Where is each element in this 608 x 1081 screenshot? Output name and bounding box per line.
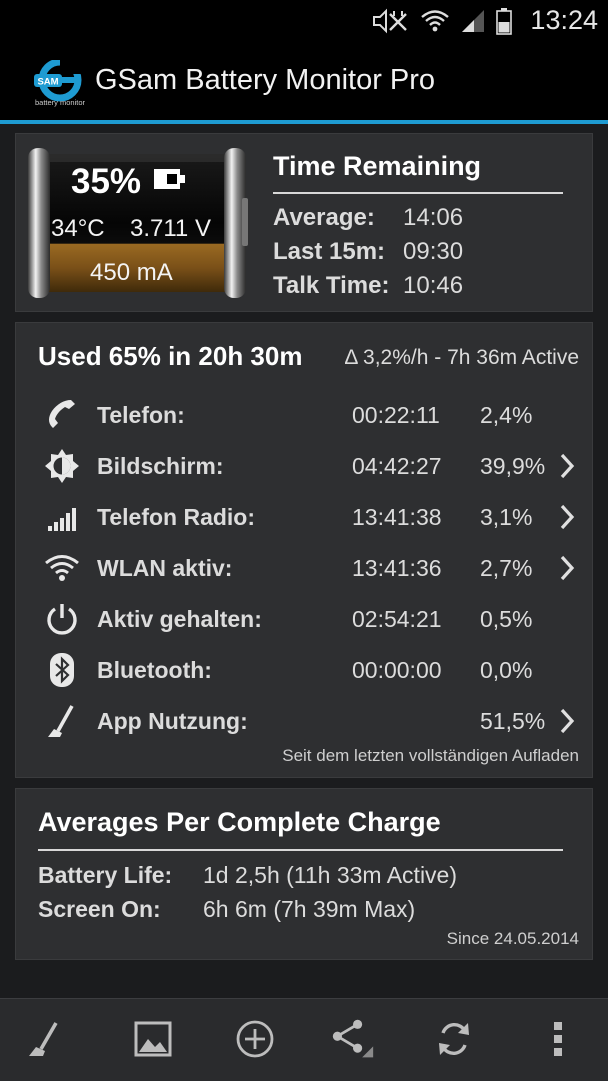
battery-percent: 35%: [71, 162, 142, 201]
battery-voltage: 3.711 V: [130, 215, 211, 242]
time-remaining-value: 09:30: [403, 238, 464, 265]
usage-label: Telefon Radio:: [97, 504, 256, 530]
app-usage-icon: [29, 1022, 58, 1056]
battery-temperature: 34°C: [51, 215, 105, 242]
app-usage-icon: [48, 705, 74, 737]
status-bar: 13:24: [0, 0, 608, 44]
usage-label: Bluetooth:: [97, 657, 212, 683]
usage-label: Telefon:: [97, 402, 185, 428]
usage-row-aktiv-gehalten[interactable]: Aktiv gehalten: 02:54:21 0,5%: [16, 593, 594, 643]
usage-row-telefon-radio[interactable]: Telefon Radio: 13:41:38 3,1%: [16, 491, 594, 541]
time-remaining-row: Average: 14:06: [273, 204, 463, 232]
screenshot-button[interactable]: [131, 1017, 175, 1061]
averages-row: Screen On: 6h 6m (7h 39m Max): [38, 896, 415, 923]
averages-title: Averages Per Complete Charge: [38, 807, 441, 837]
averages-divider: [38, 849, 563, 851]
wifi-icon: [45, 555, 79, 581]
brightness-icon: [45, 449, 79, 483]
time-remaining-value: 14:06: [403, 204, 464, 231]
usage-time: 04:42:27: [352, 453, 442, 479]
usage-label: Bildschirm:: [97, 453, 224, 479]
chevron-right-icon[interactable]: [558, 554, 576, 582]
usage-row-app-nutzung[interactable]: App Nutzung: 51,5%: [16, 695, 594, 745]
averages-card[interactable]: Averages Per Complete Charge Battery Lif…: [15, 788, 593, 960]
time-remaining-value: 10:46: [403, 272, 464, 299]
chevron-right-icon[interactable]: [558, 452, 576, 480]
usage-row-bluetooth[interactable]: Bluetooth: 00:00:00 0,0%: [16, 644, 594, 694]
signal-bars-icon: [48, 508, 76, 531]
time-remaining-row: Talk Time: 10:46: [273, 272, 463, 300]
usage-percent: 0,0%: [480, 657, 533, 683]
refresh-icon: [439, 1023, 469, 1055]
image-icon: [134, 1021, 172, 1057]
refresh-button[interactable]: [432, 1017, 476, 1061]
action-bar: SAM battery monitor GSam Battery Monitor…: [0, 44, 608, 124]
status-time: 13:24: [530, 5, 598, 35]
power-icon: [47, 604, 77, 635]
usage-headline: Used 65% in 20h 30m: [38, 341, 303, 371]
cell-signal-icon: [462, 10, 484, 32]
usage-footer-note: Seit dem letzten vollständigen Aufladen: [282, 746, 579, 765]
usage-label: Aktiv gehalten:: [97, 606, 262, 632]
usage-percent: 2,7%: [480, 555, 533, 581]
averages-row: Battery Life: 1d 2,5h (11h 33m Active): [38, 862, 457, 889]
battery-status-card[interactable]: 35% 34°C 3.711 V 450 mA Time Remaining A…: [15, 133, 593, 312]
chevron-right-icon[interactable]: [558, 503, 576, 531]
action-bar-accent-line: [0, 120, 608, 124]
usage-label: WLAN aktiv:: [97, 555, 233, 581]
overflow-menu-button[interactable]: [536, 1017, 580, 1061]
battery-small-icon: [154, 169, 185, 189]
mute-vibrate-icon: [373, 8, 407, 34]
usage-card: Used 65% in 20h 30m Δ 3,2%/h - 7h 36m Ac…: [15, 322, 593, 778]
usage-time: 02:54:21: [352, 606, 442, 632]
usage-time: 00:00:00: [352, 657, 442, 683]
usage-time: 13:41:38: [352, 504, 442, 530]
time-remaining-row: Last 15m: 09:30: [273, 238, 463, 266]
phone-icon: [49, 400, 75, 428]
usage-percent: 51,5%: [480, 708, 546, 734]
wifi-status-icon: [421, 10, 449, 32]
overflow-menu-icon: [554, 1022, 562, 1056]
bottom-action-bar: [0, 998, 608, 1081]
time-remaining-divider: [273, 192, 563, 194]
time-remaining-label: Average:: [273, 204, 375, 231]
usage-percent: 2,4%: [480, 402, 533, 428]
battery-status-icon: [496, 8, 512, 35]
chevron-right-icon[interactable]: [558, 707, 576, 735]
app-title: GSam Battery Monitor Pro: [95, 64, 436, 96]
add-circle-icon: [236, 1020, 274, 1058]
app-usage-button[interactable]: [22, 1017, 66, 1061]
share-button[interactable]: [331, 1017, 375, 1061]
averages-since: Since 24.05.2014: [446, 929, 579, 948]
time-remaining-label: Last 15m:: [273, 238, 386, 265]
usage-row-telefon[interactable]: Telefon: 00:22:11 2,4%: [16, 389, 594, 439]
add-button[interactable]: [233, 1017, 277, 1061]
usage-percent: 3,1%: [480, 504, 533, 530]
usage-rate: Δ 3,2%/h - 7h 36m Active: [344, 346, 579, 369]
averages-label: Battery Life:: [38, 862, 173, 888]
usage-row-bildschirm[interactable]: Bildschirm: 04:42:27 39,9%: [16, 440, 594, 490]
battery-current: 450 mA: [90, 259, 173, 286]
usage-time: 13:41:36: [352, 555, 442, 581]
averages-value: 6h 6m (7h 39m Max): [203, 896, 416, 922]
svg-text:battery monitor: battery monitor: [35, 98, 86, 107]
usage-row-wlan[interactable]: WLAN aktiv: 13:41:36 2,7%: [16, 542, 594, 592]
status-icons: [370, 6, 512, 36]
averages-value: 1d 2,5h (11h 33m Active): [203, 862, 457, 888]
averages-label: Screen On:: [38, 896, 161, 922]
time-remaining-title: Time Remaining: [273, 151, 482, 181]
usage-label: App Nutzung:: [97, 708, 248, 734]
svg-text:SAM: SAM: [37, 77, 58, 88]
share-icon: [332, 1019, 374, 1058]
time-remaining-label: Talk Time:: [273, 272, 390, 299]
usage-time: 00:22:11: [352, 402, 440, 428]
usage-percent: 0,5%: [480, 606, 533, 632]
bluetooth-icon: [50, 653, 74, 687]
gsam-logo-icon[interactable]: SAM battery monitor: [30, 60, 90, 108]
usage-percent: 39,9%: [480, 453, 546, 479]
